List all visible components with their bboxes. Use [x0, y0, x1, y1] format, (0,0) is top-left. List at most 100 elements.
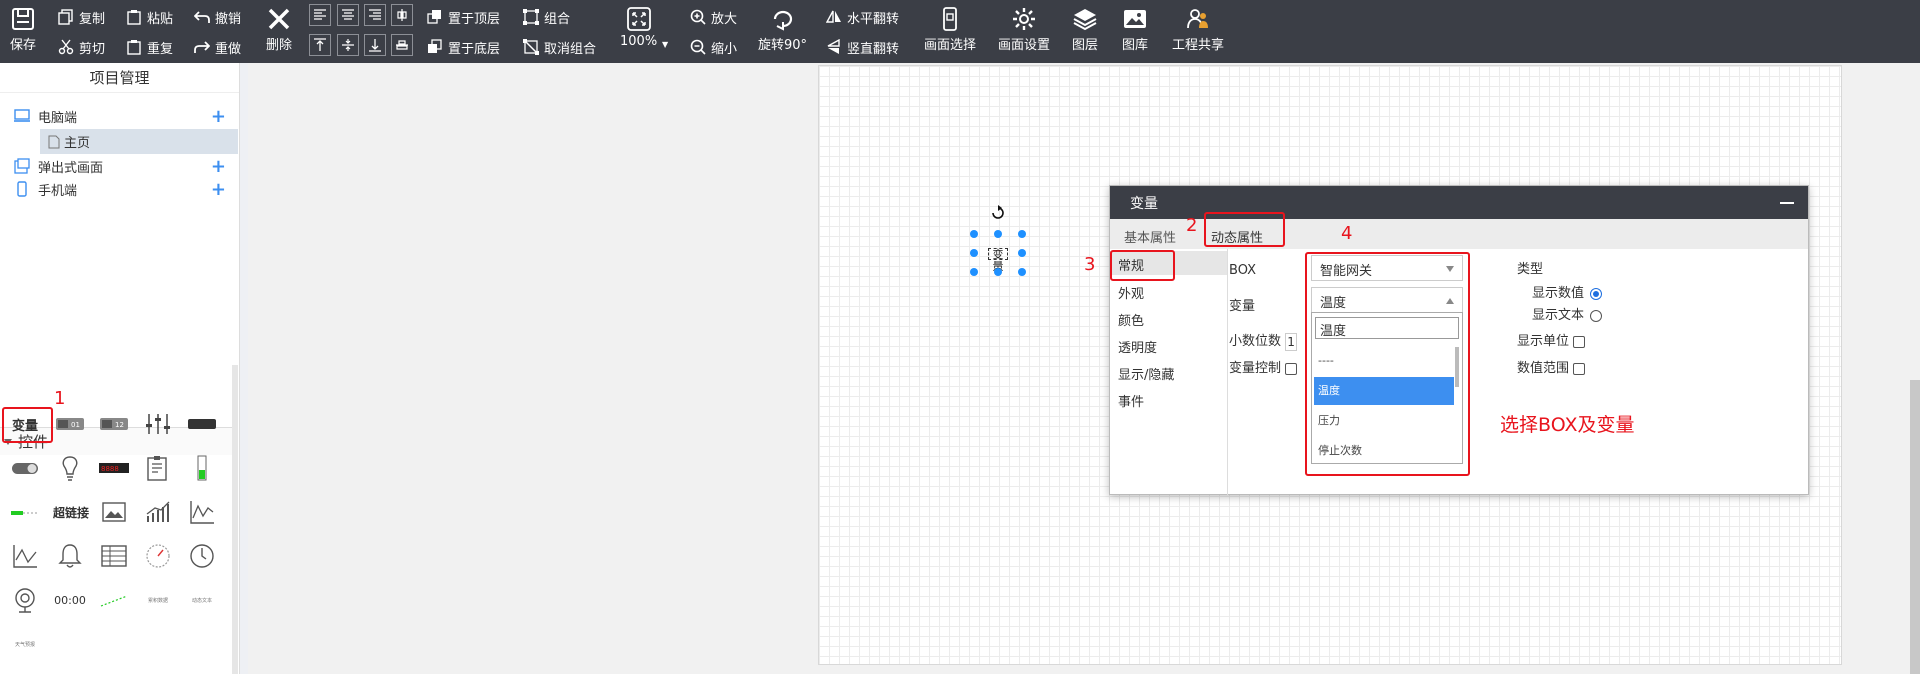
bring-to-top-button[interactable]: 置于顶层	[427, 7, 500, 27]
copy-button[interactable]: 复制	[58, 7, 105, 27]
side-item-opacity[interactable]: 透明度	[1118, 337, 1157, 356]
rotate-handle-icon[interactable]	[990, 205, 1006, 221]
zoom-fit-button[interactable]: 100%	[620, 6, 657, 49]
paste-icon	[127, 10, 141, 25]
control-clock[interactable]	[180, 536, 224, 576]
resize-handle-s[interactable]	[994, 268, 1002, 276]
control-digital-display[interactable]: 8888	[92, 448, 136, 488]
control-level-bar[interactable]	[180, 448, 224, 488]
control-alarm[interactable]	[48, 536, 92, 576]
side-item-events[interactable]: 事件	[1118, 391, 1144, 410]
align-right-button[interactable]	[364, 4, 386, 26]
add-popup-screen-button[interactable]: +	[211, 156, 226, 177]
resize-handle-n[interactable]	[994, 230, 1002, 238]
zoom-in-button[interactable]: 放大	[690, 7, 737, 27]
selected-variable-element[interactable]: 变量	[988, 248, 1008, 273]
align-left-button[interactable]	[309, 4, 331, 26]
layers-button[interactable]: 图层	[1072, 6, 1098, 53]
resize-handle-se[interactable]	[1018, 268, 1026, 276]
control-progress-line[interactable]	[3, 492, 47, 532]
duplicate-button[interactable]: 重复	[126, 37, 173, 57]
align-middle-button[interactable]	[337, 34, 359, 56]
control-bar-trend[interactable]	[136, 492, 180, 532]
zoom-level[interactable]: 100%	[620, 34, 657, 49]
tree-item-home[interactable]: 主页	[40, 129, 238, 154]
redo-button[interactable]: 重做	[194, 37, 241, 57]
resize-handle-nw[interactable]	[970, 230, 978, 238]
annotation-box-1	[2, 407, 53, 443]
level-bar-icon	[197, 455, 207, 481]
distribute-h-button[interactable]	[391, 4, 413, 26]
align-top-button[interactable]	[309, 34, 331, 56]
value-range-checkbox[interactable]	[1573, 362, 1586, 375]
panel-splitter[interactable]	[240, 63, 248, 674]
tab-basic-properties[interactable]: 基本属性	[1124, 227, 1176, 246]
minimize-icon[interactable]	[1780, 201, 1794, 204]
control-bit-switch[interactable]: 01	[48, 404, 92, 444]
control-toggle[interactable]	[3, 448, 47, 488]
add-mobile-screen-button[interactable]: +	[211, 179, 226, 200]
add-pc-screen-button[interactable]: +	[211, 106, 226, 127]
control-dashed-line[interactable]	[92, 580, 136, 620]
resize-handle-e[interactable]	[1018, 249, 1026, 257]
control-image[interactable]	[92, 492, 136, 532]
control-line-chart[interactable]	[180, 492, 224, 532]
control-dynamic-text[interactable]: 动态文本	[180, 580, 224, 620]
flip-vertical-button[interactable]: 竖直翻转	[826, 37, 899, 57]
control-hyperlink[interactable]: 超链接	[48, 492, 94, 532]
control-clipboard[interactable]	[136, 448, 180, 488]
table-icon	[101, 545, 127, 567]
distribute-v-button[interactable]	[391, 34, 413, 56]
save-button[interactable]: 保存	[10, 6, 36, 53]
align-bottom-button[interactable]	[364, 34, 386, 56]
paste-button[interactable]: 粘贴	[126, 7, 173, 27]
project-share-button[interactable]: 工程共享	[1172, 6, 1224, 53]
decimals-input[interactable]: 1	[1285, 332, 1298, 351]
screen-select-button[interactable]: 画面选择	[924, 6, 976, 53]
rotate-button[interactable]: 旋转90°	[758, 6, 807, 53]
control-table[interactable]	[92, 536, 136, 576]
screen-settings-button[interactable]: 画面设置	[998, 6, 1050, 53]
gallery-button[interactable]: 图库	[1122, 6, 1148, 53]
send-to-bottom-button[interactable]: 置于底层	[427, 37, 500, 57]
tree-item-pc[interactable]: 电脑端 +	[0, 105, 240, 127]
side-item-appearance[interactable]: 外观	[1118, 283, 1144, 302]
undo-button[interactable]: 撤销	[194, 7, 241, 27]
bit-display-icon: 01	[56, 418, 84, 430]
side-item-visibility[interactable]: 显示/隐藏	[1118, 364, 1174, 383]
box-label: BOX	[1229, 263, 1256, 278]
resize-handle-ne[interactable]	[1018, 230, 1026, 238]
control-history-curve[interactable]	[3, 536, 47, 576]
resize-handle-w[interactable]	[970, 249, 978, 257]
cut-button[interactable]: 剪切	[58, 37, 105, 57]
tree-item-popup[interactable]: 弹出式画面 +	[0, 155, 240, 177]
delete-button[interactable]: 删除	[266, 6, 292, 53]
control-camera[interactable]	[3, 580, 47, 620]
control-lamp[interactable]	[48, 448, 92, 488]
sliders-icon	[146, 414, 170, 434]
show-value-radio[interactable]	[1590, 287, 1603, 300]
zoom-out-button[interactable]: 缩小	[690, 37, 737, 57]
align-bottom-icon	[369, 39, 381, 52]
control-weather[interactable]: 天气预报	[3, 624, 47, 664]
flip-horizontal-button[interactable]: 水平翻转	[826, 7, 899, 27]
control-sliders[interactable]	[136, 404, 180, 444]
control-word-display[interactable]: 12	[92, 404, 136, 444]
control-accumulated-data[interactable]: 累积数据	[136, 580, 180, 620]
annotation-box-3	[1110, 250, 1175, 281]
control-time-text[interactable]: 00:00	[48, 580, 92, 620]
control-gauge[interactable]	[136, 536, 180, 576]
variable-control-checkbox[interactable]	[1285, 362, 1298, 375]
resize-handle-sw[interactable]	[970, 268, 978, 276]
scissors-icon	[58, 39, 74, 55]
group-button[interactable]: 组合	[523, 7, 570, 27]
ungroup-button[interactable]: 取消组合	[523, 37, 596, 57]
show-unit-checkbox[interactable]	[1573, 335, 1586, 348]
control-button-bar[interactable]	[180, 404, 224, 444]
zoom-dropdown-arrow-icon[interactable]: ▼	[662, 40, 668, 49]
tree-item-mobile[interactable]: 手机端 +	[0, 178, 240, 200]
align-center-button[interactable]	[337, 4, 359, 26]
side-item-color[interactable]: 颜色	[1118, 310, 1144, 329]
show-text-radio[interactable]	[1590, 309, 1603, 322]
canvas-scrollbar[interactable]	[1910, 380, 1920, 674]
